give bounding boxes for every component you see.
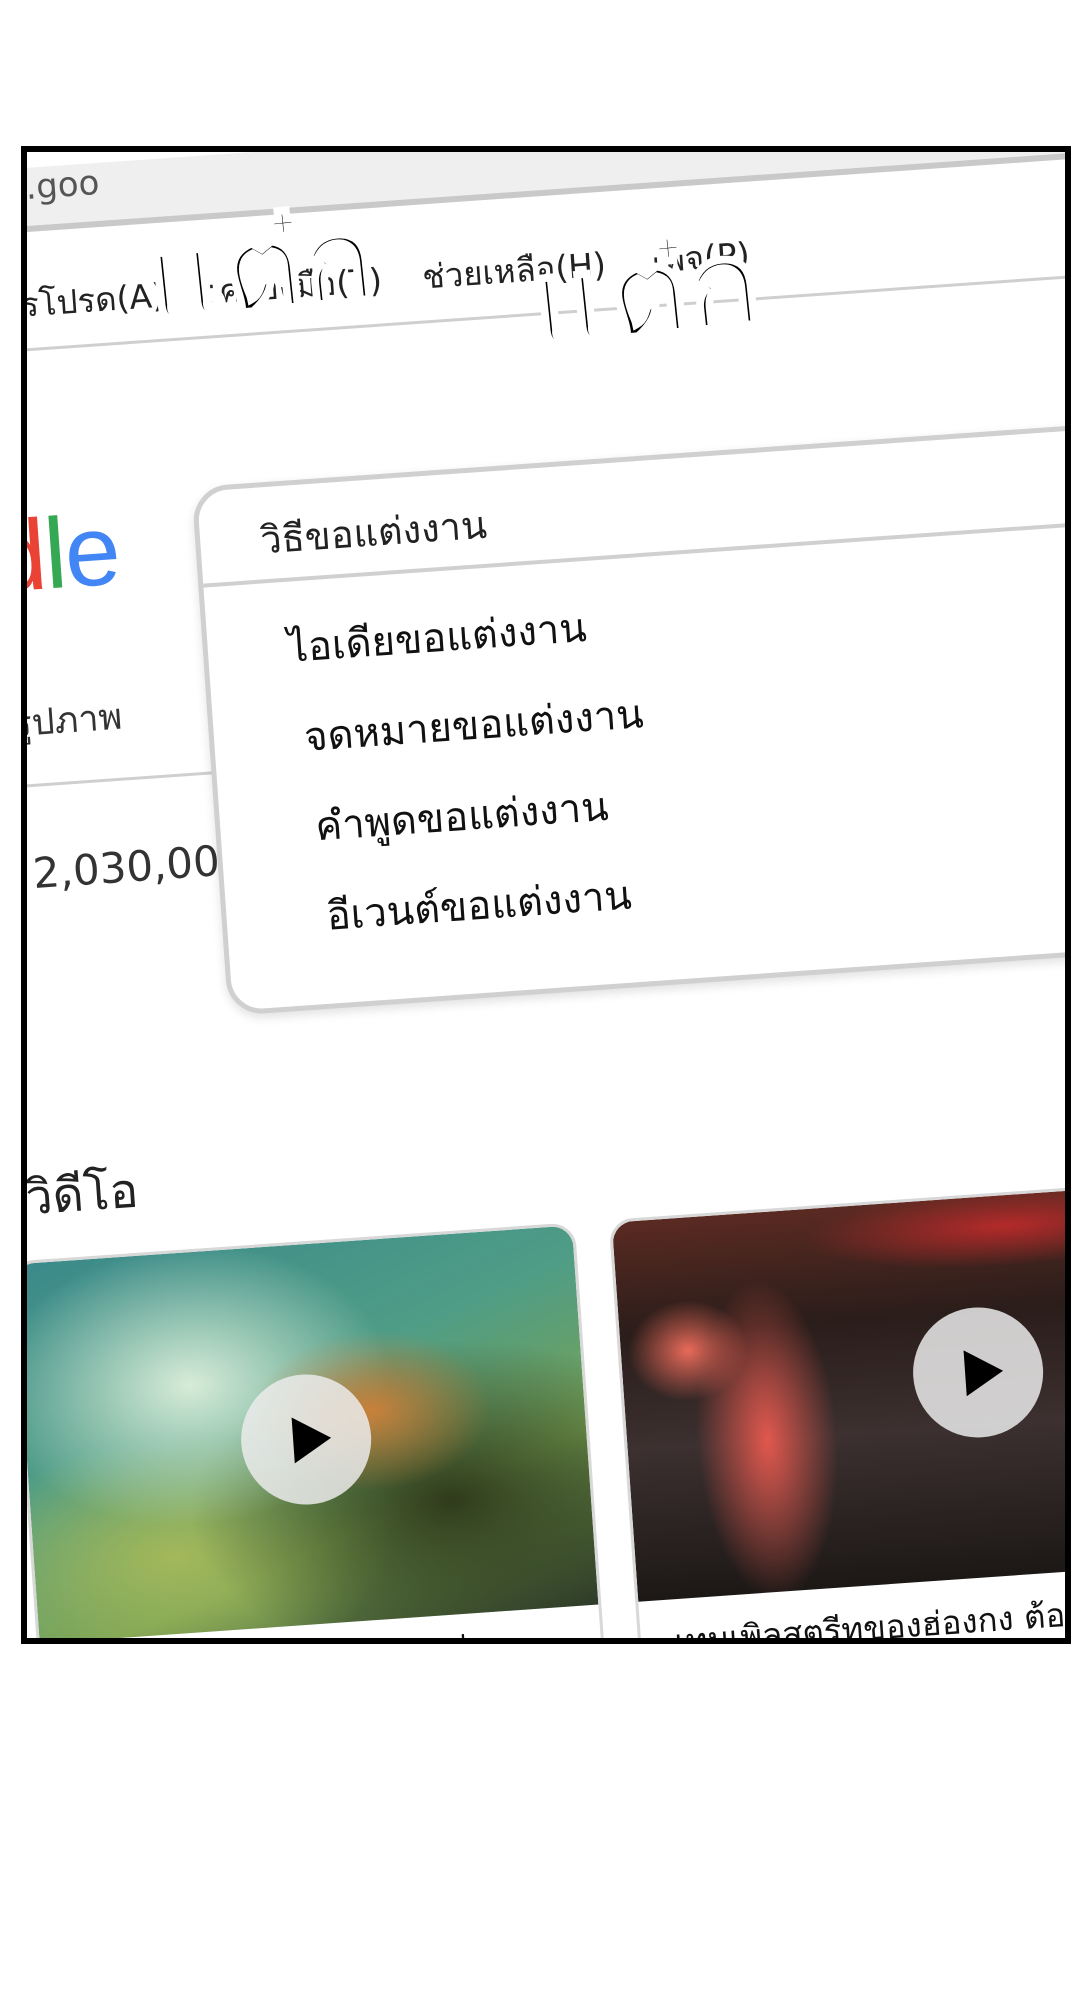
search-query-text[interactable]: วิธีขอแต่งงาน (258, 494, 489, 571)
video-card-1[interactable]: เมืองแห่งทิวทัศน์ยามค่ำคืนที่สวยงาม ชมวิ… (27, 1222, 617, 1638)
suggestion-item-1[interactable]: ไอเดียขอแต่งงาน (286, 595, 589, 680)
video-thumbnail-1[interactable] (27, 1225, 599, 1638)
menu-favorites[interactable]: ยการโปรด(A) (27, 269, 167, 336)
suggestion-item-2[interactable]: จดหมายขอแต่งงาน (302, 681, 646, 769)
comic-panel: www.goo ยการโปรด(A) เครื่องมือ(T) ช่วยเห… (21, 146, 1071, 1644)
video-thumbnail-2[interactable] (611, 1183, 1065, 1602)
suggestion-item-3[interactable]: คำพูดขอแต่งงาน (313, 774, 610, 858)
search-logo: dle (27, 493, 122, 617)
videos-heading: วิดีโอ (23, 1162, 141, 1227)
play-icon[interactable] (908, 1303, 1048, 1442)
sfx-tap-left: แต๋ก (139, 186, 384, 352)
tab-images[interactable]: รูปภาพ (27, 688, 124, 753)
video-card-2[interactable]: เทมเพิลสตรีทของฮ่องกง ต้องไปลองสัมผัสให้… (608, 1180, 1065, 1638)
search-suggestion-dropdown: วิธีขอแต่งงาน ไอเดียขอแต่งงาน จดหมายขอแต… (191, 415, 1065, 1016)
url-text: www.goo (21, 162, 101, 214)
logo-letter-e: e (60, 493, 122, 610)
play-icon[interactable] (236, 1370, 376, 1509)
suggestion-item-4[interactable]: อีเวนต์ขอแต่งงาน (324, 863, 633, 948)
sfx-tap-right: แต๋ก (524, 211, 769, 377)
